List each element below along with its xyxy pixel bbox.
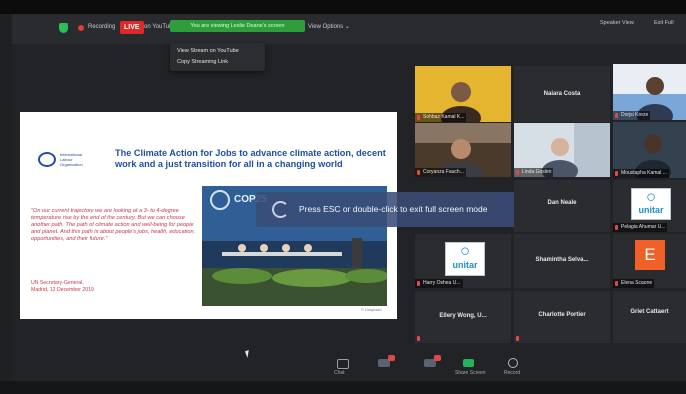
participant-tile[interactable]: E Elena Scaone bbox=[613, 234, 686, 288]
participant-tile[interactable]: Coryanza Fauch... bbox=[415, 123, 511, 177]
participants-badge-icon bbox=[434, 355, 441, 361]
muted-mic-icon bbox=[417, 336, 420, 341]
live-badge[interactable]: LIVE bbox=[120, 21, 144, 34]
participant-tile[interactable]: Linda Goslen bbox=[514, 123, 610, 177]
share-screen-icon[interactable] bbox=[463, 359, 474, 367]
fullscreen-notice: Press ESC or double-click to exit full s… bbox=[256, 192, 529, 227]
muted-mic-icon bbox=[615, 281, 618, 286]
participant-name: Elena Scaone bbox=[613, 279, 655, 288]
photo-caption: © Unsplash bbox=[361, 307, 382, 312]
loading-spinner-icon bbox=[272, 201, 289, 218]
muted-mic-icon bbox=[516, 336, 519, 341]
participant-tile[interactable]: Dan Neale bbox=[514, 180, 610, 232]
fullscreen-notice-text: Press ESC or double-click to exit full s… bbox=[299, 204, 488, 214]
participant-tile[interactable]: Ellery Wong, U... bbox=[415, 291, 511, 343]
menu-item-copy-link[interactable]: Copy Streaming Link bbox=[177, 59, 228, 65]
participant-name: Sohbaz Kamal K... bbox=[415, 113, 467, 122]
monitor-bezel-bottom bbox=[0, 381, 686, 394]
chat-button-label[interactable]: Chat bbox=[334, 370, 345, 376]
muted-mic-icon bbox=[516, 170, 519, 175]
ilo-logo-icon bbox=[38, 152, 56, 167]
participant-tile[interactable]: ◯ unitar Pelagia Ahumar U... bbox=[613, 180, 686, 232]
ilo-org-name: International Labour Organization bbox=[60, 152, 83, 167]
participant-tile[interactable]: Charlotte Portier bbox=[514, 291, 610, 343]
muted-mic-icon bbox=[417, 115, 420, 120]
monitor-bezel-top bbox=[0, 0, 686, 14]
participant-name: Ellery Wong, U... bbox=[439, 313, 487, 319]
record-button-label[interactable]: Record bbox=[504, 370, 520, 376]
zoom-window: Recording LIVE on YouTube You are viewin… bbox=[12, 14, 686, 381]
share-screen-label[interactable]: Share Screen bbox=[455, 370, 486, 376]
participant-tile[interactable]: ◯ unitar Harry Oshea U... bbox=[415, 234, 511, 288]
recording-dot-icon bbox=[78, 25, 84, 31]
participant-tile[interactable]: Moustapha Kamal ... bbox=[613, 122, 686, 178]
notification-badge-icon bbox=[388, 355, 395, 361]
participant-name: Pelagia Ahumar U... bbox=[613, 223, 668, 232]
view-options-button[interactable]: View Options ⌄ bbox=[308, 23, 350, 30]
participant-tile[interactable]: Sohbaz Kamal K... bbox=[415, 66, 511, 122]
participant-name: Linda Goslen bbox=[514, 168, 554, 177]
slide-title: The Climate Action for Jobs to advance c… bbox=[115, 148, 386, 169]
participant-name: Naiara Costa bbox=[543, 91, 581, 97]
participant-name: Dorjsi Kreze bbox=[613, 111, 651, 120]
exit-full-screen-button[interactable]: Exit Full bbox=[654, 20, 674, 26]
security-shield-icon[interactable] bbox=[59, 23, 68, 33]
record-icon[interactable] bbox=[508, 358, 518, 368]
unitar-logo-text: unitar bbox=[638, 205, 664, 215]
live-stream-menu: View Stream on YouTube Copy Streaming Li… bbox=[170, 43, 265, 71]
participant-name: Shamintha Selva... bbox=[535, 257, 589, 263]
participant-tile[interactable]: Griet Cattaert bbox=[613, 291, 686, 343]
participant-avatar-letter: E bbox=[635, 240, 665, 270]
participant-name: Harry Oshea U... bbox=[415, 279, 463, 288]
participant-tile[interactable]: Naiara Costa bbox=[514, 66, 610, 122]
participant-name: Dan Neale bbox=[547, 200, 577, 206]
recording-label: Recording bbox=[88, 24, 116, 30]
chat-icon[interactable] bbox=[337, 359, 349, 369]
menu-item-view-stream[interactable]: View Stream on YouTube bbox=[177, 48, 239, 54]
participant-tile[interactable]: Shamintha Selva... bbox=[514, 234, 610, 288]
participant-name: Coryanza Fauch... bbox=[415, 168, 466, 177]
slide-quote: "On our current trajectory we are lookin… bbox=[31, 208, 196, 242]
slide-quote-citation: UN Secretary-General, Madrid, 12 Decembe… bbox=[31, 280, 94, 293]
meeting-top-bar: Recording LIVE on YouTube You are viewin… bbox=[12, 14, 686, 44]
muted-mic-icon bbox=[417, 281, 420, 286]
unitar-logo: ◯ unitar bbox=[631, 188, 671, 220]
participant-tile[interactable]: Dorjsi Kreze bbox=[613, 64, 686, 120]
participant-name: Moustapha Kamal ... bbox=[613, 169, 669, 178]
participant-name: Charlotte Portier bbox=[538, 312, 586, 318]
muted-mic-icon bbox=[417, 170, 420, 175]
unitar-logo-text: unitar bbox=[452, 260, 478, 270]
participant-name: Griet Cattaert bbox=[630, 309, 669, 315]
speaker-view-button[interactable]: Speaker View bbox=[600, 20, 634, 26]
mouse-pointer-icon bbox=[245, 349, 254, 358]
unitar-logo: ◯ unitar bbox=[445, 242, 485, 276]
muted-mic-icon bbox=[615, 113, 618, 118]
muted-mic-icon bbox=[615, 171, 618, 176]
screen-share-banner: You are viewing Leslie Deane's screen bbox=[170, 20, 305, 32]
muted-mic-icon bbox=[615, 225, 618, 230]
